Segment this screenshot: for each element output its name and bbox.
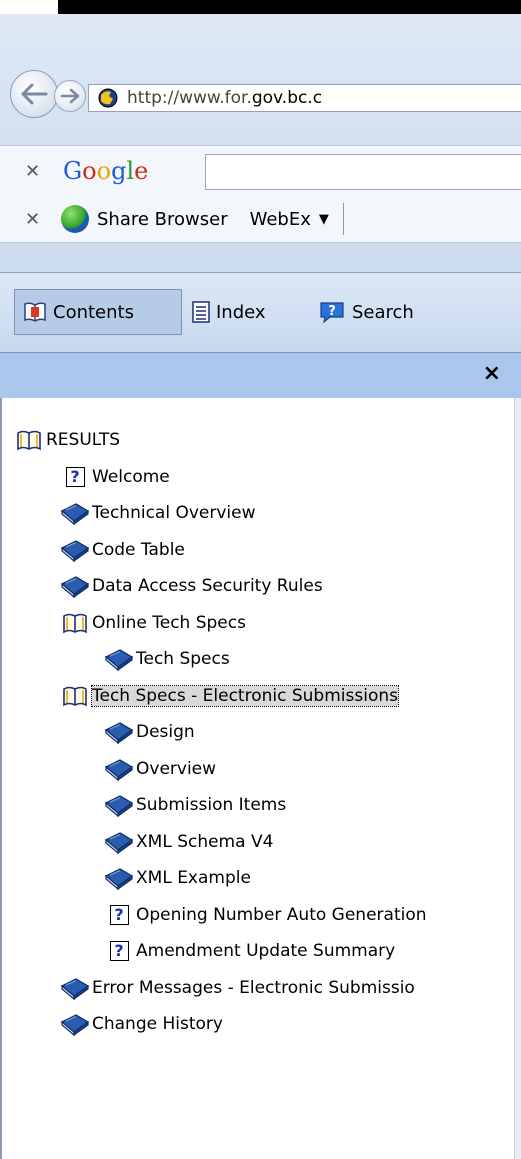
tab-index-label: Index	[216, 301, 266, 323]
search-bubble-icon: ?	[318, 300, 346, 324]
forward-arrow-icon	[60, 88, 80, 104]
google-toolbar: ✕ Google	[0, 145, 521, 197]
tab-contents[interactable]: Contents	[14, 289, 182, 335]
globe-icon	[61, 205, 89, 233]
closed-book-icon	[104, 865, 134, 891]
tree-item[interactable]: ? Opening Number Auto Generation	[104, 900, 427, 930]
tree-item-label: Overview	[136, 759, 217, 779]
closed-book-icon	[104, 719, 134, 745]
tree-item[interactable]: Code Table	[60, 535, 185, 565]
help-topic-icon: ?	[104, 938, 134, 964]
pane-splitter[interactable]	[514, 398, 521, 1159]
closed-book-icon	[104, 792, 134, 818]
tree-item-label: XML Example	[136, 868, 251, 888]
tree-item-label: Design	[136, 722, 195, 742]
tab-search-label: Search	[352, 301, 414, 323]
tree-item-label: Change History	[92, 1014, 223, 1034]
tree-item-label: Submission Items	[136, 795, 287, 815]
tree-item[interactable]: Tech Specs - Electronic Submissions	[60, 681, 399, 711]
google-search-input[interactable]	[205, 154, 521, 190]
tree-item-label: Data Access Security Rules	[92, 576, 323, 596]
tree-item-label: Opening Number Auto Generation	[136, 905, 427, 925]
closed-book-icon	[104, 829, 134, 855]
tree-item[interactable]: Technical Overview	[60, 498, 256, 528]
contents-book-icon	[23, 301, 47, 323]
tree-item[interactable]: Data Access Security Rules	[60, 571, 323, 601]
help-tabs: Contents Index ? Search	[0, 272, 521, 353]
open-book-icon	[14, 427, 44, 453]
tree-item-label: Amendment Update Summary	[136, 941, 396, 961]
closed-book-icon	[60, 573, 90, 599]
tree-item[interactable]: Tech Specs	[104, 644, 230, 674]
share-browser-button[interactable]: Share Browser	[97, 209, 228, 230]
tree-item-label: Technical Overview	[92, 503, 256, 523]
open-book-icon	[60, 683, 90, 709]
tree-item[interactable]: Design	[104, 717, 195, 747]
tree-item-label: Online Tech Specs	[92, 613, 246, 633]
closed-book-icon	[104, 756, 134, 782]
google-logo: Google	[63, 157, 149, 185]
tree-item[interactable]: ? Welcome	[60, 462, 170, 492]
tree-item[interactable]: Error Messages - Electronic Submissio	[60, 973, 415, 1003]
tree-item-label: XML Schema V4	[136, 832, 274, 852]
closed-book-icon	[60, 975, 90, 1001]
tab-index[interactable]: Index	[190, 289, 266, 335]
help-topic-icon: ?	[60, 464, 90, 490]
svg-text:?: ?	[328, 304, 336, 319]
site-security-icon	[95, 87, 121, 109]
tree-item[interactable]: XML Example	[104, 863, 251, 893]
back-button[interactable]	[10, 70, 58, 118]
tree-item[interactable]: XML Schema V4	[104, 827, 273, 857]
tree-item[interactable]: Submission Items	[104, 790, 286, 820]
open-book-icon	[60, 610, 90, 636]
tree-item[interactable]: Online Tech Specs	[60, 608, 246, 638]
tab-search[interactable]: ? Search	[312, 289, 414, 335]
webex-toolbar: ✕ Share Browser WebEx ▼	[0, 196, 521, 243]
tree-item[interactable]: Overview	[104, 754, 216, 784]
tree-item-label: Error Messages - Electronic Submissio	[92, 978, 415, 998]
address-url: http://www.for.gov.bc.c	[127, 88, 323, 108]
tree-item[interactable]: Change History	[60, 1009, 223, 1039]
close-toolbar-icon[interactable]: ✕	[25, 161, 43, 182]
tree-item[interactable]: RESULTS	[14, 425, 120, 455]
chevron-down-icon[interactable]: ▼	[319, 212, 329, 227]
pane-header: ×	[0, 352, 521, 400]
window-top-edge	[0, 0, 521, 14]
closed-book-icon	[104, 646, 134, 672]
tree-item-label: Tech Specs - Electronic Submissions	[91, 685, 399, 707]
tree-item-label: RESULTS	[46, 430, 121, 450]
index-list-icon	[192, 301, 210, 323]
closed-book-icon	[60, 500, 90, 526]
closed-book-icon	[60, 537, 90, 563]
tree-item-label: Tech Specs	[136, 649, 230, 669]
address-bar[interactable]: http://www.for.gov.bc.c	[88, 84, 521, 112]
tree-item[interactable]: ? Amendment Update Summary	[104, 936, 395, 966]
tab-contents-label: Contents	[53, 301, 134, 323]
close-toolbar-icon[interactable]: ✕	[25, 209, 43, 230]
close-pane-button[interactable]: ×	[483, 361, 501, 386]
toolbar-separator	[342, 203, 344, 235]
tree-item-label: Code Table	[92, 540, 185, 560]
forward-button[interactable]	[54, 80, 86, 112]
tree-item-label: Welcome	[92, 467, 170, 487]
closed-book-icon	[60, 1011, 90, 1037]
back-arrow-icon	[21, 83, 48, 105]
help-topic-icon: ?	[104, 902, 134, 928]
webex-menu[interactable]: WebEx	[250, 209, 311, 230]
